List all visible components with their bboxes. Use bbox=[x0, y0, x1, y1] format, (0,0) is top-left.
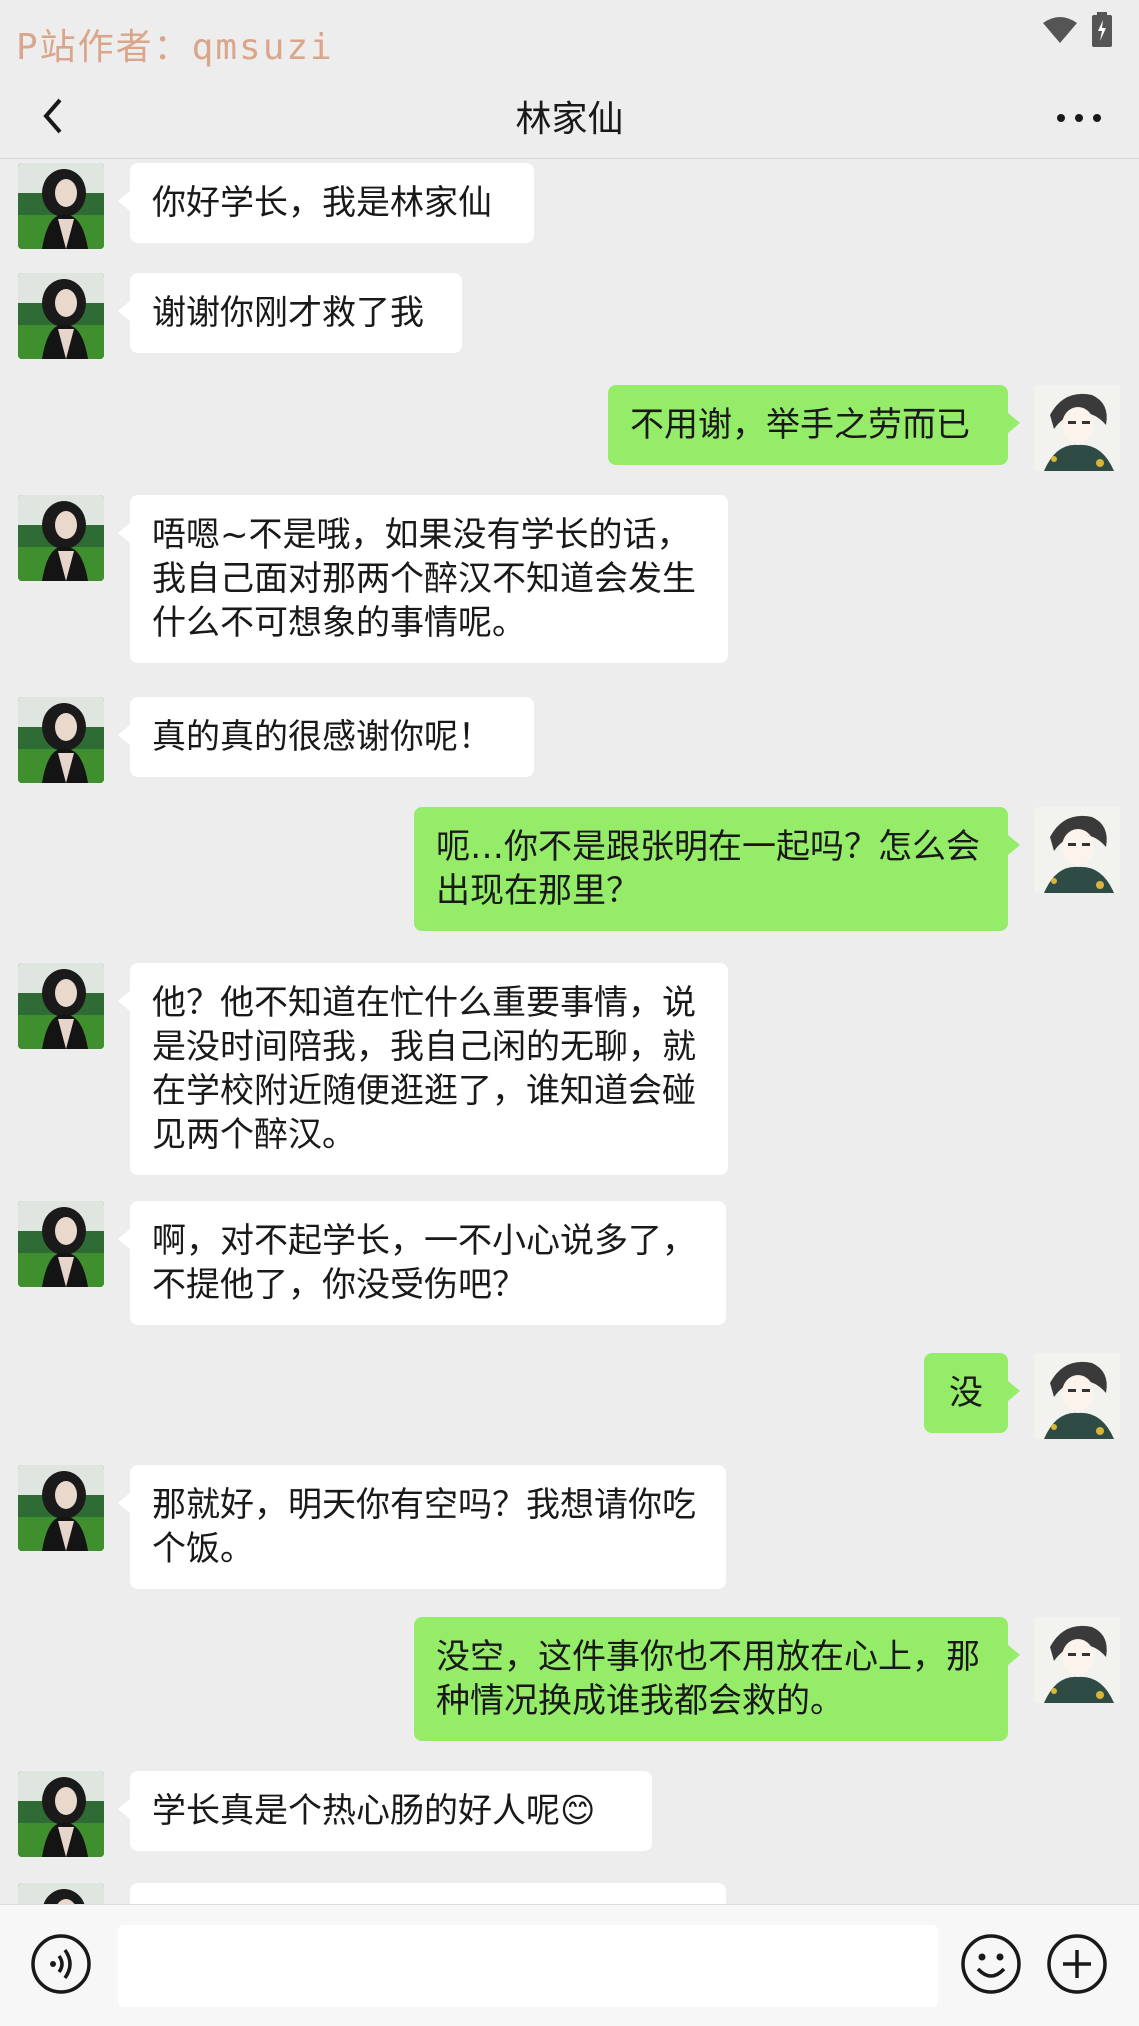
contact-avatar[interactable] bbox=[18, 1771, 104, 1857]
contact-avatar[interactable] bbox=[18, 495, 104, 581]
message-bubble[interactable]: 那就好，明天你有空吗？我想请你吃个饭。 bbox=[118, 1465, 726, 1589]
message-bubble[interactable]: 没 bbox=[924, 1353, 1020, 1433]
message-bubble[interactable]: 唔嗯~不是哦，如果没有学长的话，我自己面对那两个醉汉不知道会发生什么不可想象的事… bbox=[118, 495, 728, 663]
contact-avatar[interactable] bbox=[18, 1201, 104, 1287]
contact-avatar[interactable] bbox=[18, 697, 104, 783]
message-bubble[interactable]: 学长真是个热心肠的好人呢😊 bbox=[118, 1771, 652, 1851]
battery-icon bbox=[1092, 12, 1112, 47]
message-bubble[interactable] bbox=[130, 1883, 726, 1904]
user-avatar[interactable] bbox=[1034, 385, 1120, 471]
message-bubble[interactable]: 没空，这件事你也不用放在心上，那种情况换成谁我都会救的。 bbox=[414, 1617, 1020, 1741]
user-avatar[interactable] bbox=[1034, 807, 1120, 893]
plus-icon[interactable] bbox=[1044, 1931, 1110, 1997]
emoji-icon[interactable] bbox=[958, 1931, 1024, 1997]
nav-bar: 林家仙 bbox=[0, 80, 1139, 159]
message-input[interactable] bbox=[118, 1925, 938, 2007]
message-bubble[interactable]: 啊，对不起学长，一不小心说多了，不提他了，你没受伤吧？ bbox=[118, 1201, 726, 1325]
contact-avatar[interactable] bbox=[18, 1465, 104, 1551]
message-bubble[interactable]: 他？他不知道在忙什么重要事情，说是没时间陪我，我自己闲的无聊，就在学校附近随便逛… bbox=[118, 963, 728, 1175]
contact-avatar[interactable] bbox=[18, 273, 104, 359]
message-bubble[interactable]: 你好学长，我是林家仙 bbox=[118, 163, 534, 243]
more-dots-icon[interactable] bbox=[1047, 86, 1111, 146]
voice-icon[interactable] bbox=[28, 1931, 94, 1997]
status-bar: P站作者：qmsuzi bbox=[0, 0, 1139, 80]
message-bubble[interactable]: 真的真的很感谢你呢！ bbox=[118, 697, 534, 777]
chat-history[interactable]: 你好学长，我是林家仙 谢谢你刚才救了我 不用谢，举手之劳而已 唔嗯~不是哦，如果… bbox=[0, 159, 1139, 1904]
contact-avatar[interactable] bbox=[18, 963, 104, 1049]
watermark: P站作者：qmsuzi bbox=[16, 27, 334, 68]
input-bar bbox=[0, 1904, 1139, 2026]
message-bubble[interactable]: 呃…你不是跟张明在一起吗？怎么会出现在那里？ bbox=[414, 807, 1020, 931]
contact-avatar[interactable] bbox=[18, 1883, 104, 1904]
status-icons bbox=[1041, 12, 1113, 48]
message-bubble[interactable]: 谢谢你刚才救了我 bbox=[118, 273, 462, 353]
wifi-icon bbox=[1043, 17, 1077, 43]
contact-avatar[interactable] bbox=[18, 163, 104, 249]
message-bubble[interactable]: 不用谢，举手之劳而已 bbox=[608, 385, 1020, 465]
chat-title: 林家仙 bbox=[515, 99, 624, 140]
user-avatar[interactable] bbox=[1034, 1617, 1120, 1703]
user-avatar[interactable] bbox=[1034, 1353, 1120, 1439]
